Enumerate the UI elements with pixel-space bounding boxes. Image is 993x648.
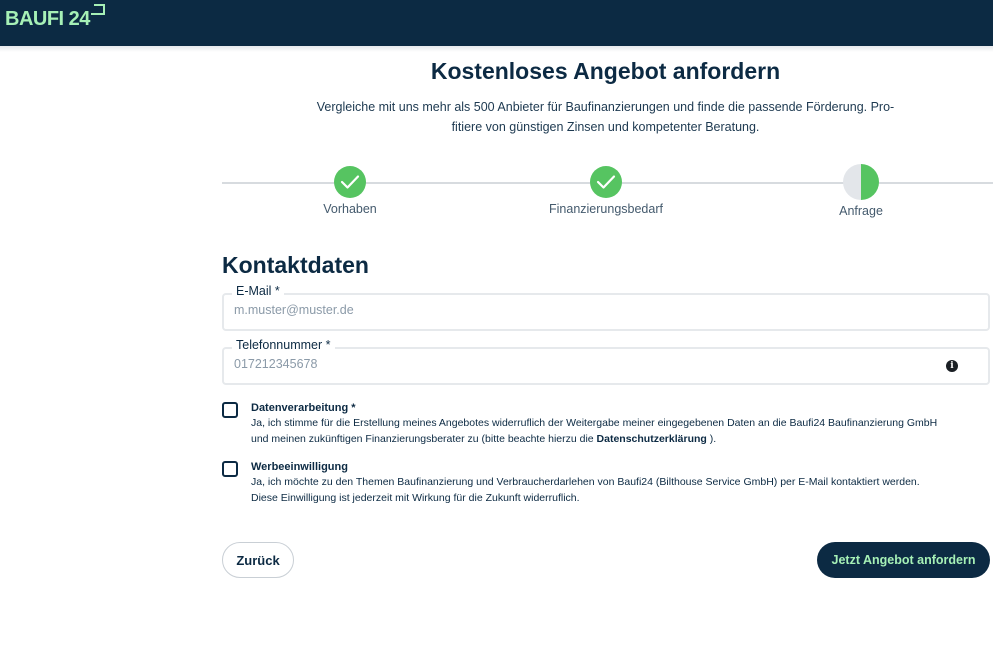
datenverarbeitung-checkbox[interactable] <box>222 402 238 418</box>
progress-stepper: Vorhaben Finanzierungsbedarf Anfrage <box>222 164 993 225</box>
checkmark-icon <box>590 166 622 198</box>
step-label: Vorhaben <box>323 202 377 216</box>
phone-label: Telefonnummer * <box>232 338 335 352</box>
consent-text: Ja, ich stimme für die Erstellung meines… <box>251 415 992 447</box>
logo-bracket-icon <box>90 4 105 15</box>
subtitle-line-2: fitiere von günstigen Zinsen und kompete… <box>451 120 760 134</box>
info-icon[interactable]: i <box>946 360 958 372</box>
consent-text-line-1: Ja, ich stimme für die Erstellung meines… <box>251 417 938 429</box>
checkmark-icon <box>334 166 366 198</box>
half-circle-icon <box>843 164 879 200</box>
phone-field: Telefonnummer * i <box>222 338 990 385</box>
step-label: Finanzierungsbedarf <box>549 202 663 216</box>
section-title: Kontaktdaten <box>222 252 369 278</box>
step-vorhaben: Vorhaben <box>270 165 430 216</box>
baufi24-logo[interactable]: BAUFI 24 <box>5 4 105 31</box>
email-label: E-Mail * <box>232 284 284 298</box>
page-subtitle: Vergleiche mit uns mehr als 500 Anbieter… <box>300 97 911 137</box>
consent-werbeeinwilligung: Werbeeinwilligung Ja, ich möchte zu den … <box>222 460 992 506</box>
page-title: Kostenloses Angebot anfordern <box>430 58 781 84</box>
step-finanzierungsbedarf: Finanzierungsbedarf <box>526 165 686 216</box>
consent-text-line-2: und meinen zukünftigen Finanzierungsbera… <box>251 431 992 447</box>
step-anfrage: Anfrage <box>781 164 941 218</box>
back-button[interactable]: Zurück <box>222 542 294 578</box>
submit-offer-button[interactable]: Jetzt Angebot anfordern <box>817 542 990 578</box>
subtitle-line-1: Vergleiche mit uns mehr als 500 Anbieter… <box>316 100 895 114</box>
privacy-policy-link[interactable]: Datenschutzerklärung <box>597 433 707 445</box>
werbeeinwilligung-checkbox[interactable] <box>222 461 238 477</box>
phone-input[interactable] <box>234 357 914 371</box>
step-label: Anfrage <box>839 204 883 218</box>
top-bar: BAUFI 24 <box>0 0 993 46</box>
consent-text-line-2: Diese Einwilligung ist jederzeit mit Wir… <box>251 492 580 504</box>
consent-text-prefix: und meinen zukünftigen Finanzierungsbera… <box>251 433 597 445</box>
consent-text: Ja, ich möchte zu den Themen Baufinanzie… <box>251 474 992 506</box>
consent-text-line-1: Ja, ich möchte zu den Themen Baufinanzie… <box>251 476 920 488</box>
consent-datenverarbeitung: Datenverarbeitung * Ja, ich stimme für d… <box>222 401 992 447</box>
header-shadow <box>0 46 993 52</box>
consent-title: Werbeeinwilligung <box>251 461 348 473</box>
email-input[interactable] <box>234 303 914 317</box>
consent-text-suffix: ). <box>706 433 717 445</box>
email-field: E-Mail * <box>222 284 990 331</box>
logo-text: BAUFI 24 <box>5 8 90 30</box>
consent-title: Datenverarbeitung * <box>251 402 356 414</box>
